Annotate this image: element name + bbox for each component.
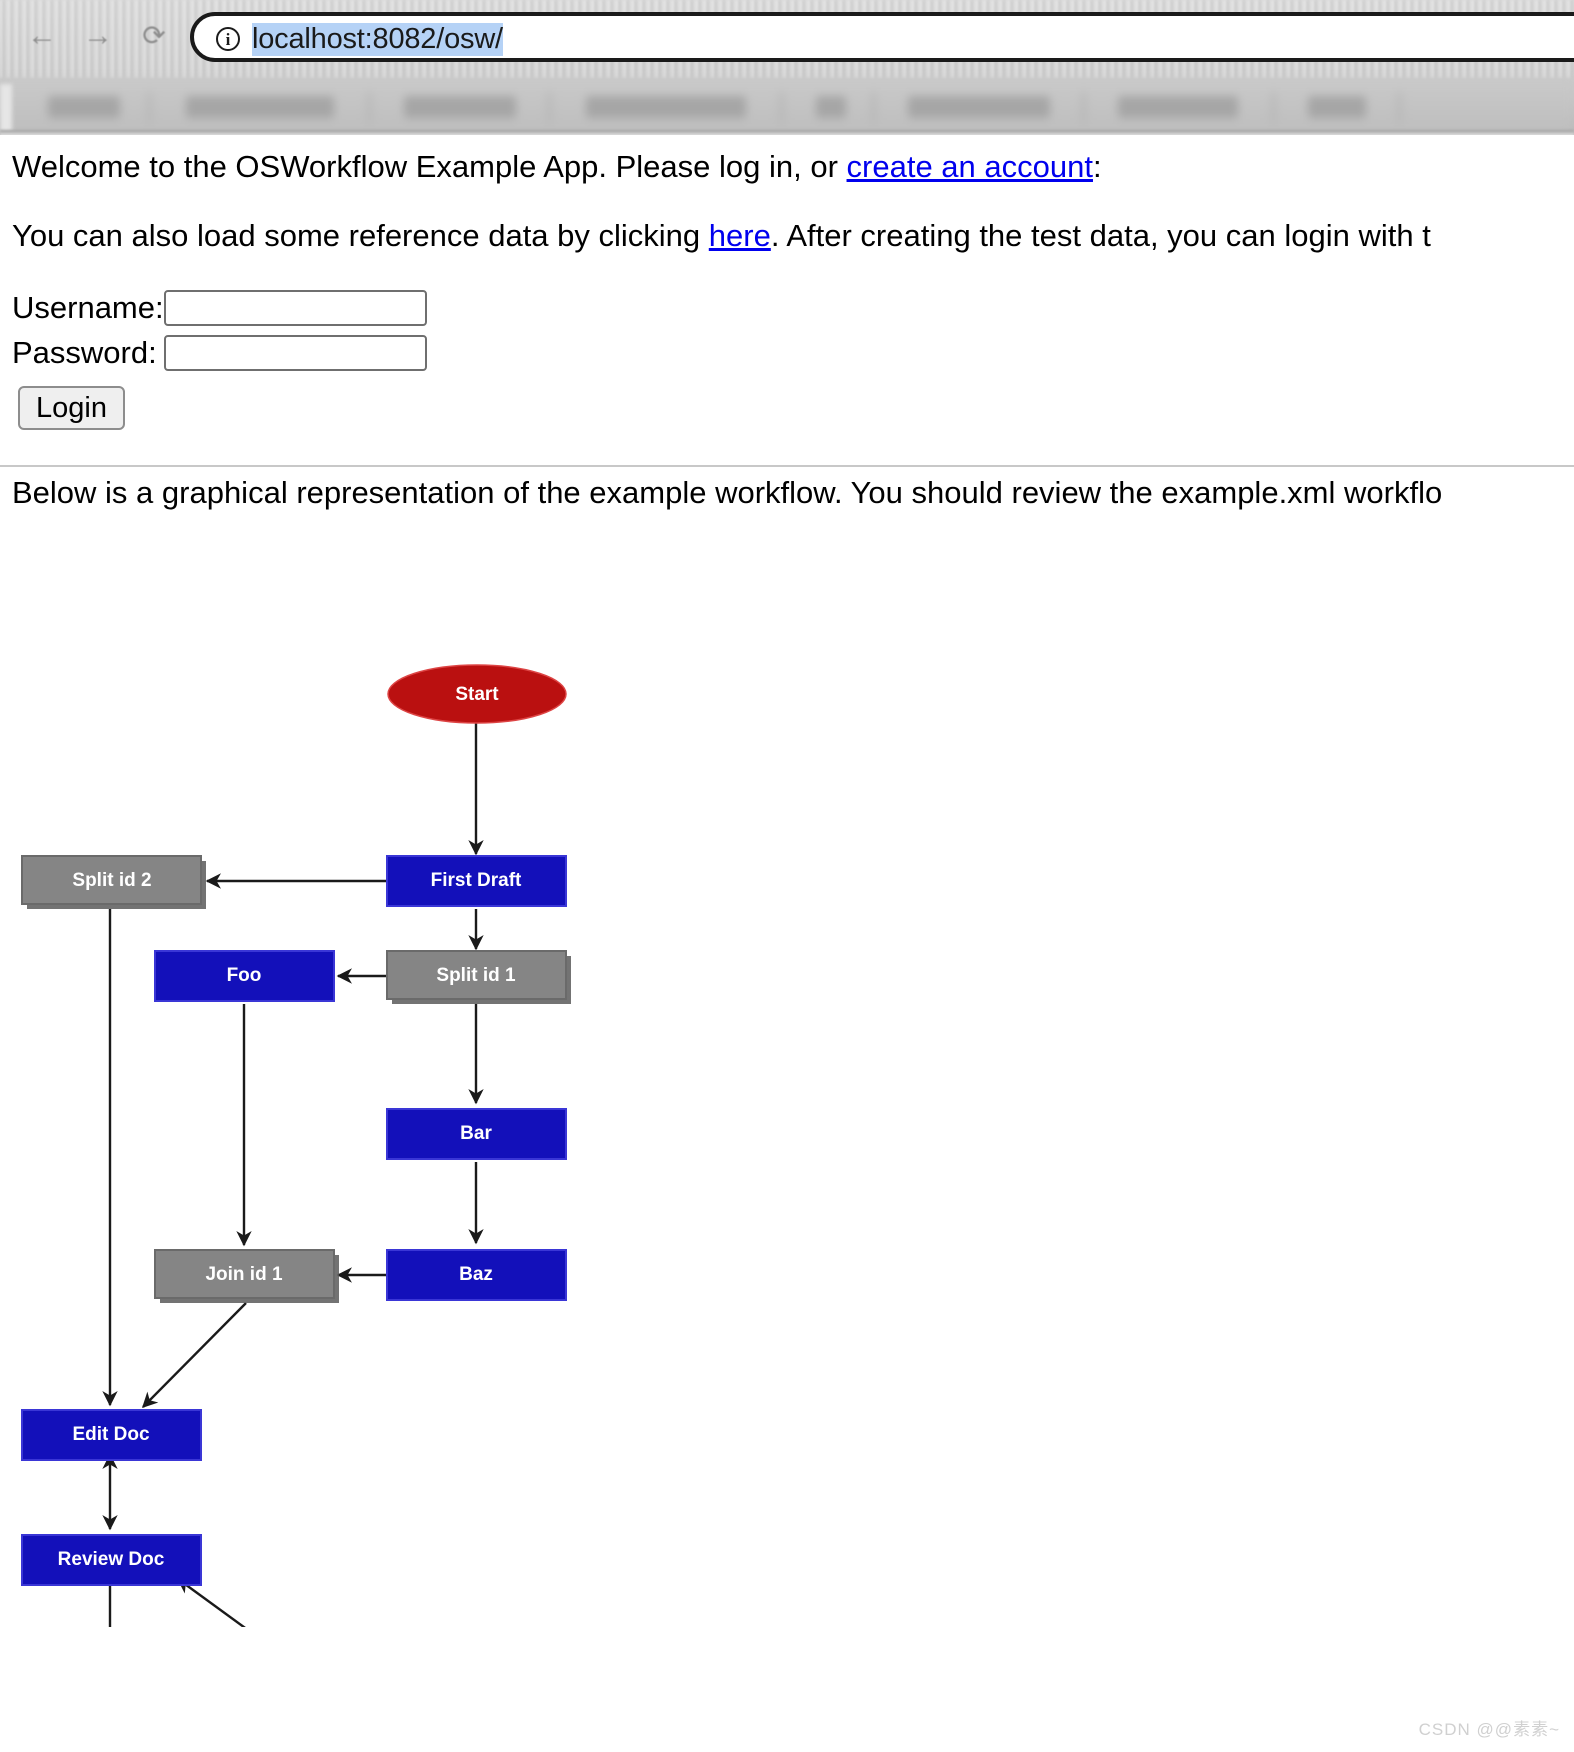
password-label: Password: [12,334,157,370]
workflow-node-bar[interactable]: Bar [386,1108,567,1160]
foo-label: Foo [227,965,262,986]
first-draft-label: First Draft [431,870,522,891]
workflow-node-review-doc[interactable]: Review Doc [21,1534,202,1586]
bookmark-separator [1272,92,1275,122]
bookmark-item[interactable] [1308,96,1366,118]
chrome-left-strip [0,84,12,132]
bookmark-item[interactable] [404,96,516,118]
username-input[interactable] [164,289,427,326]
bookmark-item[interactable] [186,96,334,118]
split2-label: Split id 2 [72,870,151,891]
split1-label: Split id 1 [436,965,516,986]
reference-text-before: You can also load some reference data by… [12,218,709,253]
bookmark-separator [780,92,783,122]
password-input[interactable] [164,334,427,371]
create-an-account-link[interactable]: create an account [847,149,1093,184]
address-bar[interactable]: i localhost:8082/osw/ [190,12,1574,62]
bookmark-item[interactable] [1118,96,1238,118]
edit-doc-label: Edit Doc [72,1424,149,1445]
login-form: Username: Password: Login [12,287,427,430]
username-label: Username: [12,289,164,325]
baz-label: Baz [459,1264,493,1285]
edge-join1-to-edit-doc [142,1302,247,1408]
browser-chrome: ← → ⟳ i localhost:8082/osw/ [0,0,1574,135]
workflow-node-join1[interactable]: Join id 1 [154,1249,339,1303]
workflow-node-start[interactable]: Start [387,664,567,724]
welcome-paragraph: Welcome to the OSWorkflow Example App. P… [12,149,1102,185]
bookmark-item[interactable] [816,96,846,118]
bookmarks-bar[interactable] [0,80,1574,135]
workflow-description-paragraph: Below is a graphical representation of t… [12,475,1443,510]
reference-data-paragraph: You can also load some reference data by… [12,218,1431,254]
here-link[interactable]: here [709,218,771,253]
section-divider [0,465,1574,467]
workflow-node-edit-doc[interactable]: Edit Doc [21,1409,202,1461]
workflow-graph: Start Split id 2 First Draft Foo Split i… [21,664,571,1627]
login-button[interactable]: Login [18,386,125,430]
bookmark-separator [1082,92,1085,122]
review-doc-label: Review Doc [58,1549,165,1570]
bookmark-separator [872,92,875,122]
welcome-text-before: Welcome to the OSWorkflow Example App. P… [12,149,847,184]
reload-icon[interactable]: ⟳ [134,16,174,56]
username-row: Username: [12,287,427,328]
workflow-diagram: Start Split id 2 First Draft Foo Split i… [0,517,700,1627]
bookmark-item[interactable] [908,96,1050,118]
workflow-node-split2[interactable]: Split id 2 [21,855,206,909]
workflow-node-split1[interactable]: Split id 1 [386,950,571,1004]
address-bar-url[interactable]: localhost:8082/osw/ [252,23,503,56]
bookmark-separator [548,92,551,122]
bookmark-separator [368,92,371,122]
csdn-watermark: CSDN @@素素~ [1418,1720,1560,1739]
bookmark-separator [1398,92,1401,122]
reference-text-after: . After creating the test data, you can … [770,218,1431,253]
bookmark-item[interactable] [48,96,120,118]
forward-arrow-icon[interactable]: → [78,16,118,56]
page-content: Welcome to the OSWorkflow Example App. P… [0,135,1574,1752]
bookmark-separator [148,92,151,122]
workflow-node-baz[interactable]: Baz [386,1249,567,1301]
workflow-node-foo[interactable]: Foo [154,950,335,1002]
info-icon[interactable]: i [216,27,240,51]
password-row: Password: [12,332,427,373]
welcome-text-after: : [1092,149,1102,184]
bar-label: Bar [460,1123,492,1144]
edge-review-doc-second-review [176,1578,276,1627]
start-node-label: Start [455,684,499,705]
join1-label: Join id 1 [205,1264,283,1285]
workflow-node-first-draft[interactable]: First Draft [386,855,567,907]
bookmark-item[interactable] [586,96,746,118]
back-arrow-icon[interactable]: ← [22,16,62,56]
